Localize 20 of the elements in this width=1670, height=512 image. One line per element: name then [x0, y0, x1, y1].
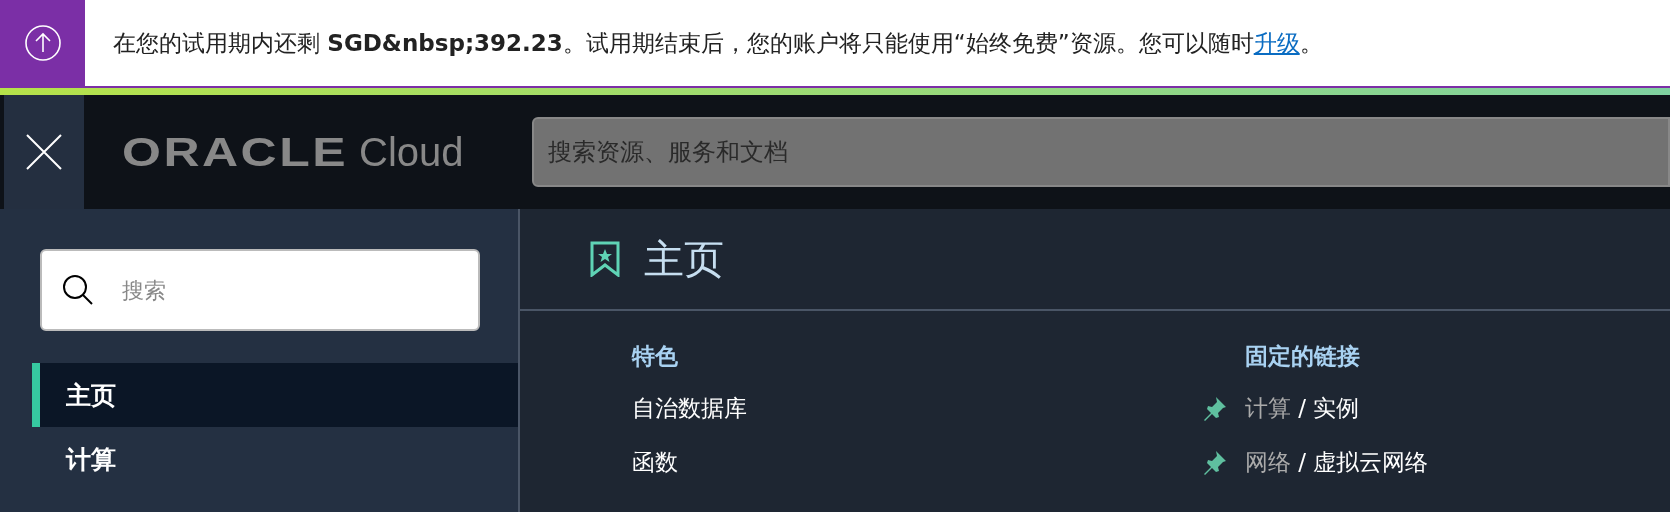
logo-suffix: Cloud [359, 129, 464, 175]
close-button[interactable] [4, 95, 84, 209]
page-title: 主页 [644, 234, 724, 284]
nav-item[interactable]: 主页 [32, 363, 518, 427]
pinned-link[interactable]: 计算 / 实例 [1245, 393, 1360, 424]
section-heading: 固定的链接 [1245, 342, 1360, 371]
featured-link[interactable]: 自治数据库 [632, 393, 747, 447]
pinned-link[interactable]: 网络 / 虚拟云网络 [1245, 447, 1429, 478]
trial-message: 在您的试用期内还剩 SGD&nbsp;392.23。试用期结束后，您的账户将只能使用“始终免费”资源。您可以随时升级。 [113, 28, 1323, 58]
pin-icon [1202, 449, 1228, 475]
close-icon [26, 134, 62, 170]
featured-link[interactable]: 函数 [632, 447, 678, 501]
bookmark-star-icon [590, 241, 620, 277]
search-icon [62, 274, 94, 306]
search-field[interactable]: 搜索资源、服务和文档 [532, 117, 1670, 187]
pin-icon [1202, 395, 1228, 421]
sidebar-search-field[interactable]: 搜索 [40, 249, 480, 331]
section-heading: 特色 [632, 342, 678, 371]
upgrade-link[interactable]: 升级 [1253, 29, 1300, 56]
nav-item[interactable]: 计算 [32, 427, 518, 491]
